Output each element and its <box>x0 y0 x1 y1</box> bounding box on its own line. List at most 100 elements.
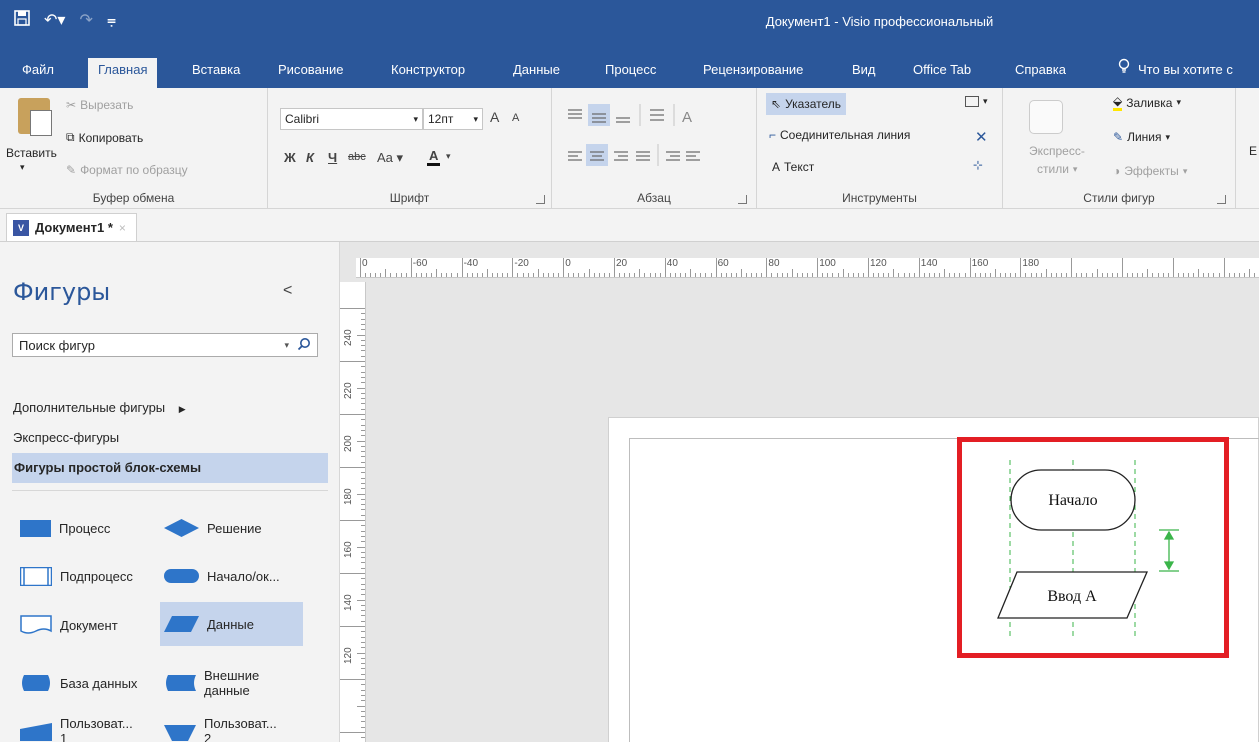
shape-subprocess[interactable]: Подпроцесс <box>20 555 133 597</box>
effects-button[interactable]: ◑ Эффекты ▾ <box>1113 164 1187 178</box>
change-case-button[interactable]: Aa ▾ <box>377 150 403 166</box>
ruler-tick <box>634 273 636 277</box>
stencil-quick-shapes[interactable]: Экспресс-фигуры <box>13 430 119 445</box>
tab-draw[interactable]: Рисование <box>268 58 353 88</box>
tab-process[interactable]: Процесс <box>595 58 666 88</box>
shape-start-end[interactable]: Начало/ок... <box>164 555 280 597</box>
ruler-tick <box>385 269 387 277</box>
ruler-tick <box>1182 273 1184 277</box>
text-tool-button[interactable]: A Текст <box>772 160 814 174</box>
effects-icon: ◑ <box>1113 164 1121 178</box>
ruler-tick <box>730 273 732 277</box>
ribbon-overflow-label[interactable]: E <box>1249 144 1257 158</box>
chevron-down-icon[interactable]: ▾ <box>284 340 289 351</box>
ruler-tick <box>568 273 570 277</box>
ruler-tick <box>583 273 585 277</box>
ruler-tick <box>1223 258 1225 277</box>
document-tab[interactable]: V Документ1 * × <box>6 213 137 241</box>
ruler-tick <box>547 273 549 277</box>
shape-external-data[interactable]: Внешние данные <box>164 662 264 704</box>
shape-search-input[interactable]: Поиск фигур ▾ <box>12 333 318 357</box>
format-painter-button[interactable]: ✎ Формат по образцу <box>66 163 188 177</box>
italic-button[interactable]: К <box>306 150 314 165</box>
ruler-tick <box>361 530 365 532</box>
pointer-tool-button[interactable]: ⇖ Указатель <box>766 93 847 115</box>
quick-styles-icon[interactable] <box>1029 100 1063 134</box>
line-button[interactable]: ✎ Линия ▾ <box>1113 130 1170 144</box>
shrink-font-button[interactable]: A <box>512 112 519 124</box>
fill-button[interactable]: ⬙ Заливка ▾ <box>1113 94 1181 111</box>
horizontal-ruler-strip: 0 -60 -40 -20 0 20 40 60 80 100 120 140 160 180 <box>356 258 1259 278</box>
ruler-tick <box>1162 273 1164 277</box>
underline-button[interactable]: Ч <box>328 150 337 165</box>
ruler-tick <box>471 273 473 277</box>
font-color-button[interactable]: A <box>427 148 441 166</box>
shape-custom-2[interactable]: Пользоват... 2 <box>164 710 277 742</box>
grow-font-button[interactable]: A <box>490 109 499 125</box>
ruler-tick <box>1177 273 1179 277</box>
tab-review[interactable]: Рецензирование <box>693 58 813 88</box>
paste-dropdown-icon[interactable]: ▾ <box>20 162 25 173</box>
shape-data[interactable]: Данные <box>160 602 303 646</box>
font-name-combo[interactable]: Calibri ▾ <box>280 108 423 130</box>
paste-icon[interactable] <box>18 98 52 136</box>
stencil-basic-flowchart[interactable]: Фигуры простой блок-схемы <box>12 453 328 483</box>
quick-styles-label-1[interactable]: Экспресс- <box>1029 144 1085 158</box>
ruler-tick <box>361 318 365 320</box>
tab-office-tab[interactable]: Office Tab <box>903 58 981 88</box>
shape-document[interactable]: Документ <box>20 604 118 646</box>
ruler-tick <box>1015 273 1017 277</box>
close-icon[interactable]: ✕ <box>975 128 988 146</box>
shape-decision[interactable]: Решение <box>164 507 262 549</box>
collapse-pane-icon[interactable]: < <box>283 282 292 300</box>
ruler-tick <box>361 551 365 553</box>
search-icon[interactable] <box>297 337 311 354</box>
ruler-tick <box>360 258 361 277</box>
ruler-tick <box>1116 273 1118 277</box>
tab-view[interactable]: Вид <box>842 58 886 88</box>
tab-design[interactable]: Конструктор <box>381 58 475 88</box>
rectangle-tool-button[interactable]: ▾ <box>965 96 988 107</box>
shape-custom-1[interactable]: Пользоват... 1 <box>20 710 133 742</box>
shape-process[interactable]: Процесс <box>20 507 110 549</box>
close-tab-icon[interactable]: × <box>119 221 126 235</box>
tell-me-box[interactable]: Что вы хотите с <box>1108 58 1243 88</box>
stencil-more-shapes[interactable]: Дополнительные фигуры ▶ <box>13 400 186 415</box>
font-size-combo[interactable]: 12пт ▾ <box>423 108 483 130</box>
tab-help[interactable]: Справка <box>1005 58 1076 88</box>
ruler-tick <box>361 514 365 516</box>
shapes-pane: Фигуры < Поиск фигур ▾ Дополнительные фи… <box>0 242 340 742</box>
ruler-tick <box>436 269 438 277</box>
tab-home[interactable]: Главная <box>88 58 158 88</box>
ruler-tick <box>558 273 560 277</box>
ruler-tick <box>340 520 365 521</box>
ruler-tick <box>1254 273 1256 277</box>
connector-tool-button[interactable]: ⌐ Соединительная линия <box>769 128 910 142</box>
ruler-tick <box>340 573 365 574</box>
ruler-tick <box>1050 273 1052 277</box>
ruler-tick <box>766 258 768 277</box>
ruler-label: 180 <box>1022 258 1040 269</box>
strikethrough-button[interactable]: abc <box>348 151 366 163</box>
vertical-ruler: 240 220 200 180 160 140 120 <box>340 282 366 742</box>
bold-button[interactable]: Ж <box>284 150 296 165</box>
tab-data[interactable]: Данные <box>503 58 570 88</box>
ruler-tick <box>340 361 365 362</box>
cut-button[interactable]: ✂ Вырезать <box>66 98 133 112</box>
svg-text:A: A <box>682 109 692 126</box>
paragraph-align-icons[interactable]: A <box>562 102 752 172</box>
ruler-label: 60 <box>717 258 729 269</box>
tab-file[interactable]: Файл <box>12 58 64 88</box>
ruler-tick <box>1137 273 1139 277</box>
ruler-tick <box>415 273 417 277</box>
fill-icon: ⬙ <box>1113 94 1123 111</box>
ruler-tick <box>923 273 925 277</box>
tab-insert[interactable]: Вставка <box>182 58 250 88</box>
connection-point-icon[interactable]: ⊹ <box>973 158 983 172</box>
quick-styles-label-2[interactable]: стили ▾ <box>1037 162 1077 176</box>
paste-button[interactable]: Вставить <box>6 146 57 160</box>
copy-button[interactable]: ⧉ Копировать <box>66 130 143 145</box>
ruler-tick <box>361 721 365 723</box>
shape-database[interactable]: База данных <box>20 662 137 704</box>
font-color-dropdown-icon[interactable]: ▾ <box>446 151 451 162</box>
